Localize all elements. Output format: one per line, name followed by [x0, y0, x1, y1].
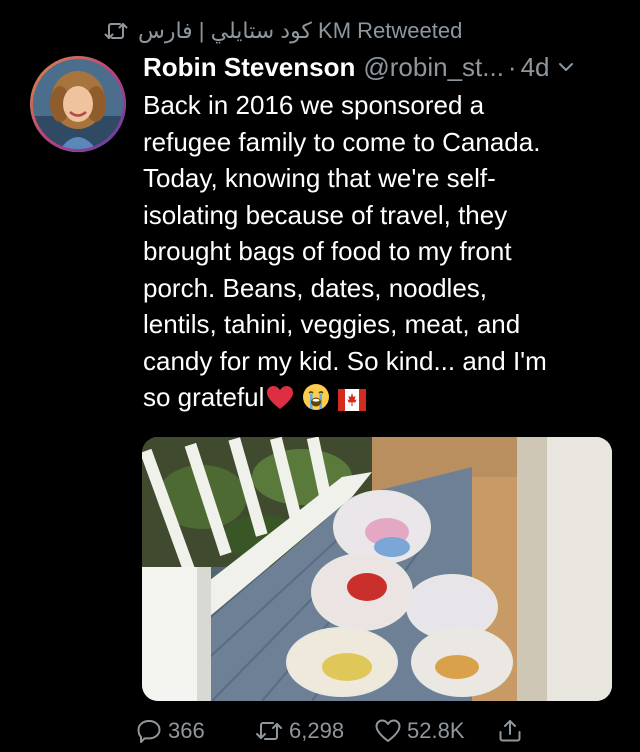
chevron-down-icon[interactable]	[558, 61, 574, 73]
reply-button[interactable]: 366	[136, 718, 255, 744]
tweet-text-line: so grateful	[143, 382, 265, 412]
reply-count: 366	[168, 718, 205, 743]
tweet-text-line: porch. Beans, dates, noodles,	[143, 272, 488, 303]
reply-icon	[137, 720, 161, 743]
author-display-name[interactable]: Robin Stevenson	[143, 52, 355, 83]
tweet-text-last-line: so grateful	[143, 379, 625, 421]
tweet-text-line: Back in 2016 we sponsored a	[143, 90, 485, 120]
red-heart-icon	[266, 384, 294, 421]
author-handle[interactable]: @robin_st...	[363, 52, 504, 83]
retweet-count: 6,298	[289, 718, 345, 743]
share-icon	[499, 720, 521, 742]
share-button[interactable]	[497, 718, 529, 744]
tweet-photo[interactable]	[142, 437, 612, 701]
retweet-icon	[104, 20, 128, 42]
tweet-text-line: candy for my kid. So kind... and I'm	[143, 345, 547, 376]
like-button[interactable]: 52.8K	[375, 718, 497, 744]
author-avatar[interactable]	[30, 56, 126, 152]
retweet-button[interactable]: 6,298	[255, 718, 375, 744]
tweet-text-line: brought bags of food to my front	[143, 236, 512, 266]
tweet-text-line: isolating because of travel, they	[143, 199, 508, 230]
tweet-text: Back in 2016 we sponsored a refugee fami…	[143, 87, 625, 421]
tweet-timestamp[interactable]: 4d	[521, 52, 550, 83]
tweet-header: Robin Stevenson @robin_st... · 4d	[143, 48, 628, 86]
tweet-text-line: lentils, tahini, veggies, meat, and	[143, 309, 521, 339]
loudly-crying-face-icon	[302, 383, 330, 421]
tweet-actions: 366 6,298 52.8K	[136, 714, 626, 748]
retweet-context-label: كود ستايلي | فارس KM Retweeted	[138, 18, 463, 43]
separator-dot: ·	[507, 51, 517, 82]
retweet-icon	[256, 722, 282, 740]
tweet-text-line: Today, knowing that we're self-	[143, 163, 496, 193]
heart-icon	[375, 719, 401, 742]
retweet-context[interactable]: كود ستايلي | فارس KM Retweeted	[104, 14, 462, 48]
tweet-text-line: refugee family to come to Canada.	[143, 126, 541, 157]
like-count: 52.8K	[407, 718, 465, 743]
canada-flag-icon	[338, 384, 367, 421]
